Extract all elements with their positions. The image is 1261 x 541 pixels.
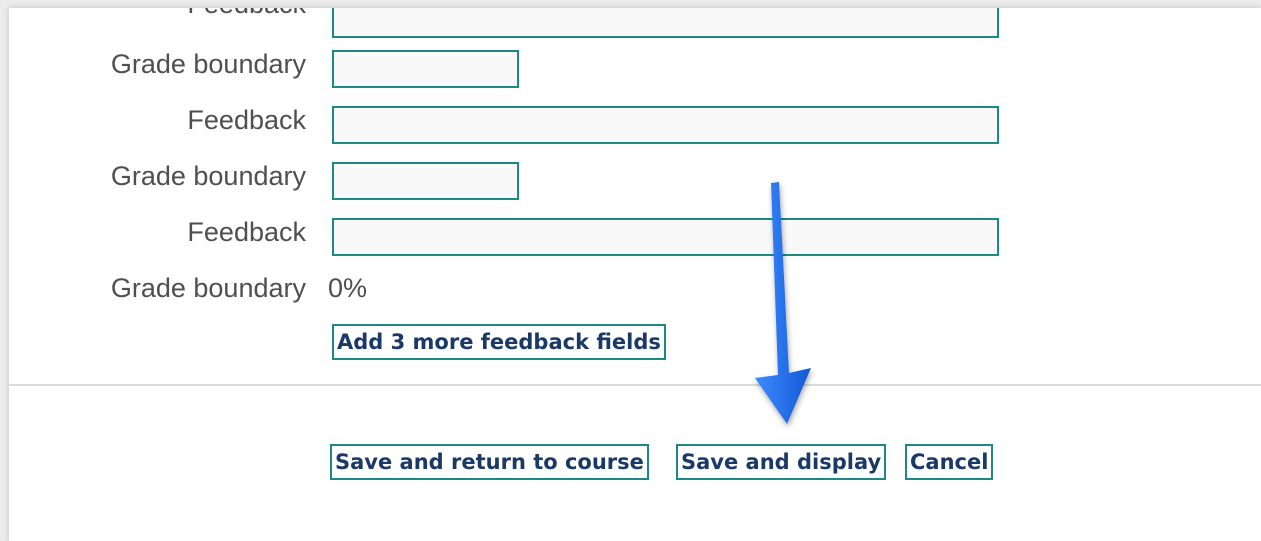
cancel-button[interactable]: Cancel (905, 444, 994, 480)
grade-boundary-field[interactable] (332, 162, 519, 200)
feedback-label: Feedback (187, 8, 306, 20)
grade-boundary-label: Grade boundary (110, 273, 306, 303)
down-arrow-icon (755, 182, 811, 424)
grade-boundary-field[interactable] (332, 50, 519, 88)
feedback-label: Feedback (187, 105, 306, 135)
divider (9, 384, 1261, 386)
grade-boundary-label: Grade boundary (110, 49, 306, 79)
save-and-return-button[interactable]: Save and return to course (330, 444, 649, 480)
add-feedback-fields-button[interactable]: Add 3 more feedback fields (332, 324, 666, 360)
form-page: Feedback Grade boundary Feedback Grade b… (9, 8, 1261, 541)
feedback-label: Feedback (187, 217, 306, 247)
save-and-display-button[interactable]: Save and display (676, 444, 887, 480)
feedback-field[interactable] (332, 8, 999, 38)
grade-boundary-label: Grade boundary (110, 161, 306, 191)
grade-boundary-value: 0% (328, 273, 368, 303)
feedback-field[interactable] (332, 106, 999, 144)
feedback-field[interactable] (332, 218, 999, 256)
